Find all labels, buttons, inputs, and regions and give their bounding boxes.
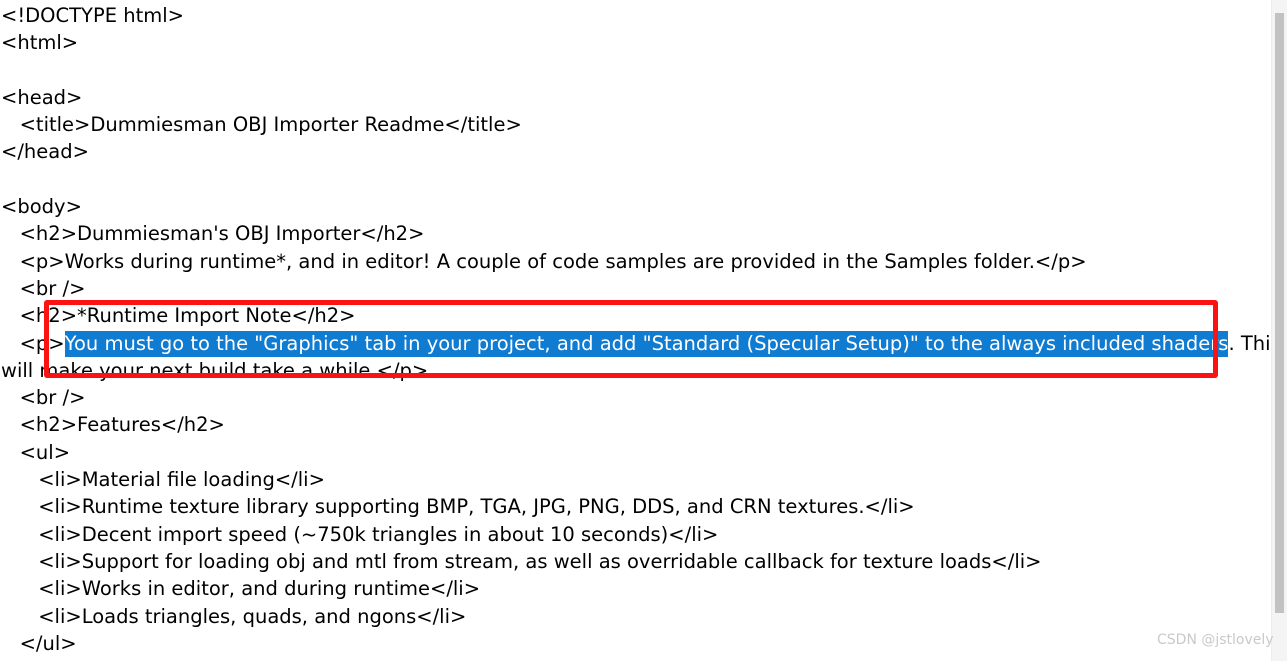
code-line: </head> [1, 140, 89, 164]
code-line: </body> [0, 657, 1271, 661]
vertical-scrollbar[interactable] [1271, 0, 1287, 661]
code-line: <title>Dummiesman OBJ Importer Readme</t… [1, 113, 522, 137]
code-line: <br /> [1, 386, 86, 410]
code-line: <h2>*Runtime Import Note</h2> [1, 304, 356, 328]
code-line: <li>Works in editor, and during runtime<… [1, 577, 481, 601]
code-line: <h2>Features</h2> [1, 413, 225, 437]
code-line-list: <!DOCTYPE html> <html> <head> <title>Dumm… [0, 2, 1271, 661]
code-line: <li>Loads triangles, quads, and ngons</l… [1, 604, 467, 628]
code-line: <li>Runtime texture library supporting B… [1, 495, 915, 519]
csdn-watermark: CSDN @jstlovely [1157, 632, 1274, 648]
code-line: <br /> [1, 276, 86, 300]
code-line: will make your next build take a while.<… [1, 358, 429, 382]
code-line: <body> [1, 195, 82, 219]
code-line: <!DOCTYPE html> [1, 4, 184, 27]
code-line: <head> [1, 85, 83, 109]
code-line: <li>Decent import speed (~750k triangles… [1, 522, 719, 546]
code-line: <p>You must go to the "Graphics" tab in … [0, 330, 1271, 357]
scrollbar-thumb[interactable] [1275, 13, 1284, 613]
code-line: <li>Material file loading</li> [1, 468, 325, 492]
code-line: <h2>Dummiesman's OBJ Importer</h2> [1, 222, 425, 246]
code-line: </ul> [1, 631, 77, 655]
selected-text: You must go to the "Graphics" tab in you… [64, 330, 1229, 357]
code-text: <p> [1, 331, 65, 355]
code-viewport[interactable]: <!DOCTYPE html> <html> <head> <title>Dumm… [0, 0, 1271, 661]
code-line: <li>Support for loading obj and mtl from… [1, 549, 1042, 573]
code-text: . This [1228, 331, 1271, 355]
code-line: <ul> [1, 440, 71, 464]
code-line: <html> [1, 31, 79, 55]
code-line: <p>Works during runtime*, and in editor!… [1, 249, 1087, 273]
